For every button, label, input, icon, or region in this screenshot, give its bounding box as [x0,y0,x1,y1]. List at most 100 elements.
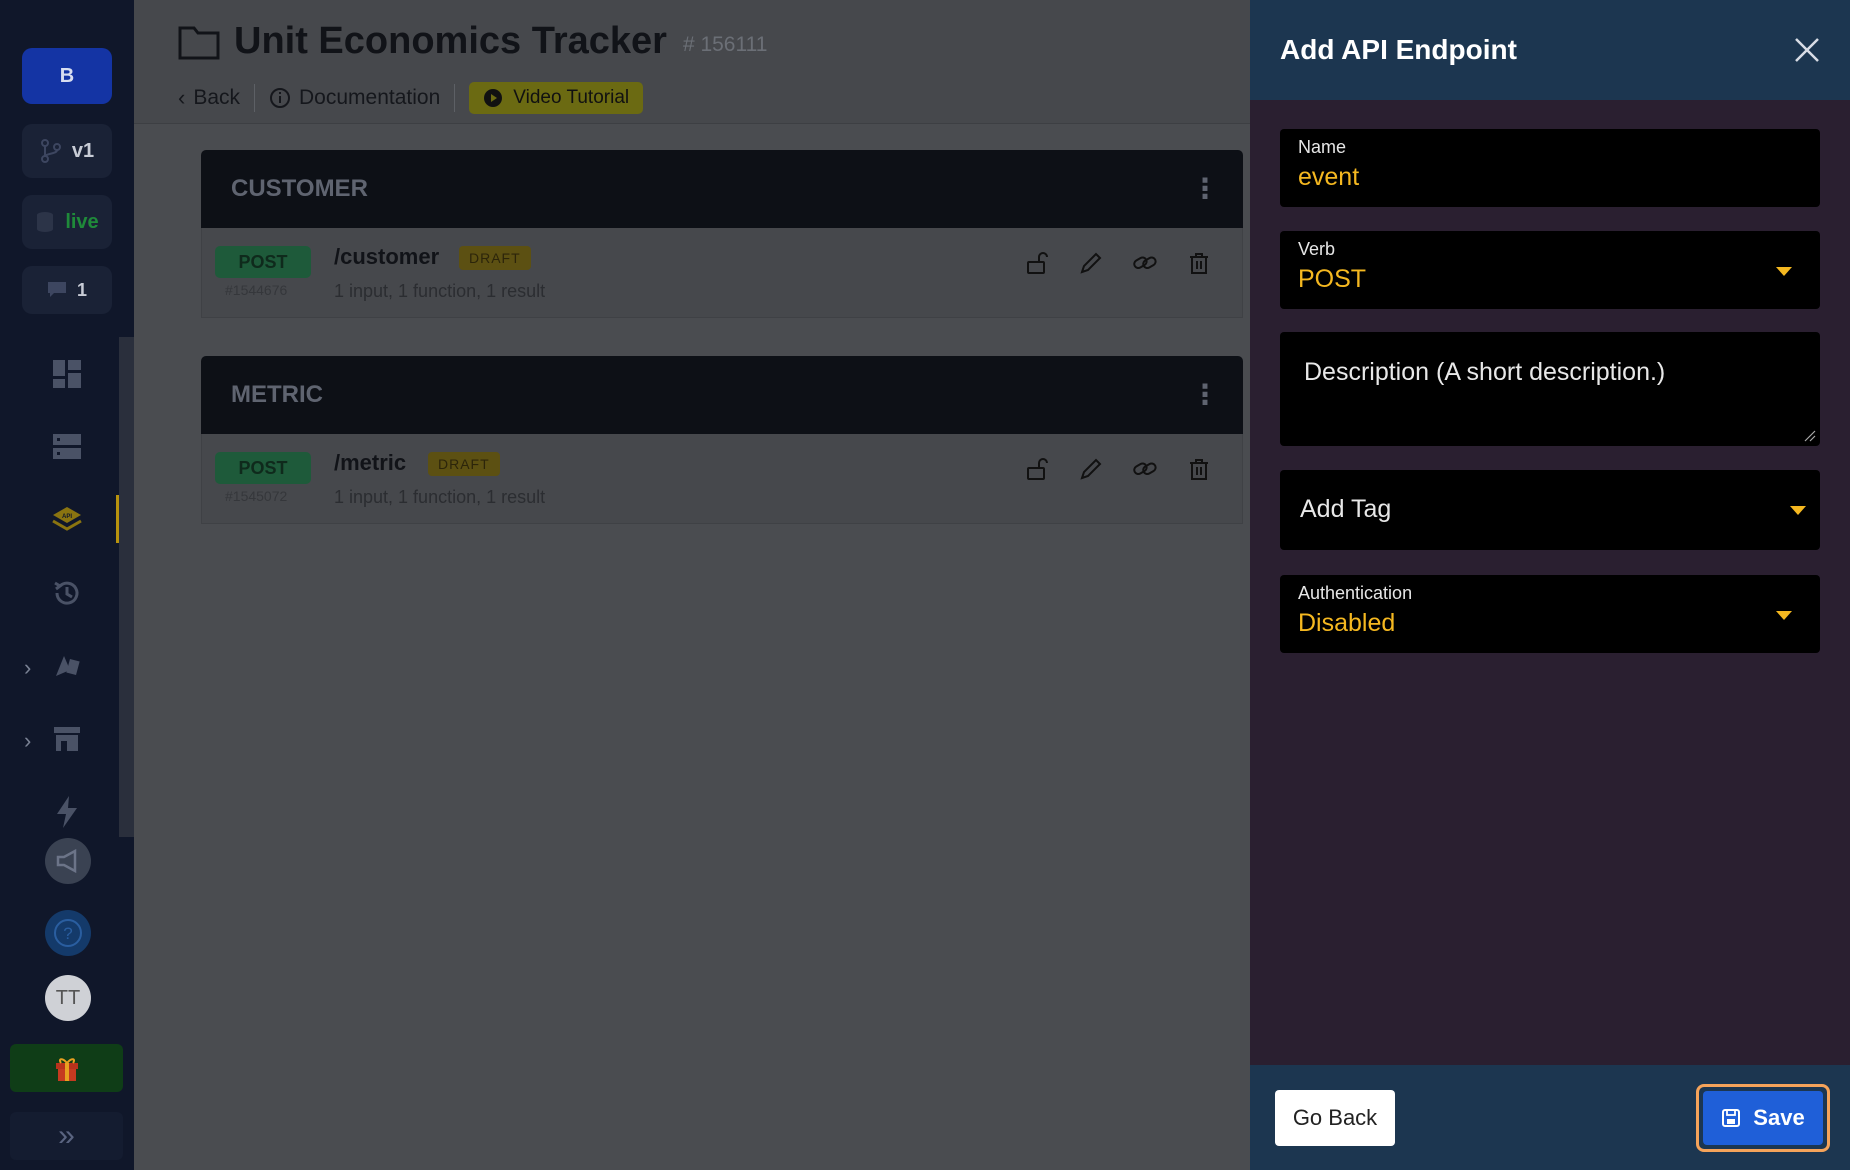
help-icon[interactable]: ? [45,910,91,956]
add-endpoint-panel: Add API Endpoint Name event Verb POST De… [1250,0,1850,1170]
verb-badge: POST [215,452,311,484]
video-tutorial-label: Video Tutorial [513,87,630,108]
back-label: Back [193,86,241,109]
dashboard-icon[interactable] [44,351,90,397]
history-icon[interactable] [44,570,90,616]
expand-sidebar-button[interactable]: » [10,1112,123,1160]
endpoint-path: /customer [334,244,440,269]
database-tables-icon[interactable] [44,424,90,470]
endpoint-summary: 1 input, 1 function, 1 result [334,281,546,301]
caret-down-icon [1790,506,1806,515]
play-icon [484,89,503,107]
svg-text:API: API [62,514,72,520]
environment-label: live [65,210,99,233]
caret-down-icon [1776,267,1792,276]
workspace-button[interactable]: B [22,48,112,104]
save-label: Save [1753,1105,1805,1130]
comment-icon [47,282,66,297]
go-back-label: Go Back [1292,1105,1378,1130]
page-header: Unit Economics Tracker # 156111 ‹ Back D… [134,0,1250,124]
verb-select[interactable]: Verb POST [1280,231,1820,309]
link-icon[interactable] [1132,250,1158,276]
close-icon[interactable] [1792,35,1822,65]
trash-icon[interactable] [1186,250,1212,276]
description-textarea[interactable]: Description (A short description.) [1280,332,1820,446]
group-header: CUSTOMER ⋮ [201,150,1243,228]
endpoint-group: CUSTOMER ⋮ POST #1544676 /customer DRAFT… [201,150,1243,318]
status-badge: DRAFT [428,452,500,476]
authentication-value: Disabled [1298,609,1396,637]
edit-icon[interactable] [1078,456,1104,482]
go-back-button[interactable]: Go Back [1275,1090,1395,1146]
panel-header: Add API Endpoint [1250,0,1850,100]
back-link[interactable]: ‹ Back [178,85,240,111]
tag-placeholder: Add Tag [1300,495,1392,523]
divider [454,84,456,112]
workspace-initial: B [59,64,75,87]
edit-icon[interactable] [1078,250,1104,276]
authentication-label: Authentication [1298,583,1413,603]
documentation-link[interactable]: Documentation [269,86,440,110]
more-vertical-icon[interactable]: ⋮ [1191,381,1219,409]
video-tutorial-button[interactable]: Video Tutorial [469,82,644,114]
chevron-right-icon[interactable]: › [24,728,31,754]
save-focus-ring: Save [1696,1084,1830,1152]
folder-icon [178,26,220,59]
database-icon [37,212,54,232]
chevron-right-icon[interactable]: › [24,655,31,681]
avatar-initials: TT [55,986,81,1009]
environment-button[interactable]: live [22,195,112,249]
authentication-select[interactable]: Authentication Disabled [1280,575,1820,653]
svg-text:?: ? [63,924,72,943]
lightning-icon[interactable] [44,789,90,835]
endpoint-row[interactable]: POST #1545072 /metric DRAFT 1 input, 1 f… [201,434,1243,524]
marketplace-icon[interactable] [44,716,90,762]
divider [254,84,256,112]
sidebar-scrollbar[interactable] [119,337,134,837]
endpoint-row[interactable]: POST #1544676 /customer DRAFT 1 input, 1… [201,228,1243,318]
endpoint-id: #1544676 [225,282,288,298]
page-id: # 156111 [682,32,768,56]
panel-footer: Go Back Save [1250,1065,1850,1170]
addons-icon[interactable] [44,643,90,689]
name-value: event [1298,163,1360,191]
unlock-icon[interactable] [1024,456,1050,482]
active-indicator [116,495,119,543]
double-chevron-right-icon: » [58,1119,75,1152]
more-vertical-icon[interactable]: ⋮ [1191,175,1219,203]
panel-title: Add API Endpoint [1280,34,1517,65]
name-field[interactable]: Name event [1280,129,1820,207]
group-name: CUSTOMER [231,175,368,202]
comments-count: 1 [76,279,87,300]
caret-down-icon [1776,611,1792,620]
save-button[interactable]: Save [1703,1091,1823,1145]
save-icon [1722,1109,1741,1127]
comments-button[interactable]: 1 [22,266,112,314]
main-content: Unit Economics Tracker # 156111 ‹ Back D… [134,0,1250,1170]
endpoint-path: /metric [334,450,407,475]
announcements-icon[interactable] [45,838,91,884]
page-title: Unit Economics Tracker [234,20,667,62]
avatar[interactable]: TT [45,975,91,1021]
unlock-icon[interactable] [1024,250,1050,276]
gift-icon [55,1058,78,1081]
api-icon[interactable]: API [44,497,90,543]
branch-icon [40,139,61,163]
endpoint-group: METRIC ⋮ POST #1545072 /metric DRAFT 1 i… [201,356,1243,524]
verb-value: POST [1298,265,1367,293]
description-placeholder: Description (A short description.) [1304,358,1666,386]
endpoint-summary: 1 input, 1 function, 1 result [334,487,546,507]
link-icon[interactable] [1132,456,1158,482]
endpoint-id: #1545072 [225,488,288,504]
branch-button[interactable]: v1 [22,124,112,178]
documentation-label: Documentation [299,86,441,109]
branch-label: v1 [71,139,95,162]
tag-select[interactable]: Add Tag [1280,470,1820,550]
chevron-left-icon: ‹ [178,85,186,110]
trash-icon[interactable] [1186,456,1212,482]
info-icon [270,88,291,108]
name-label: Name [1298,137,1347,157]
resize-handle-icon[interactable] [1804,430,1816,442]
gift-button[interactable] [10,1044,123,1092]
group-name: METRIC [231,381,323,408]
